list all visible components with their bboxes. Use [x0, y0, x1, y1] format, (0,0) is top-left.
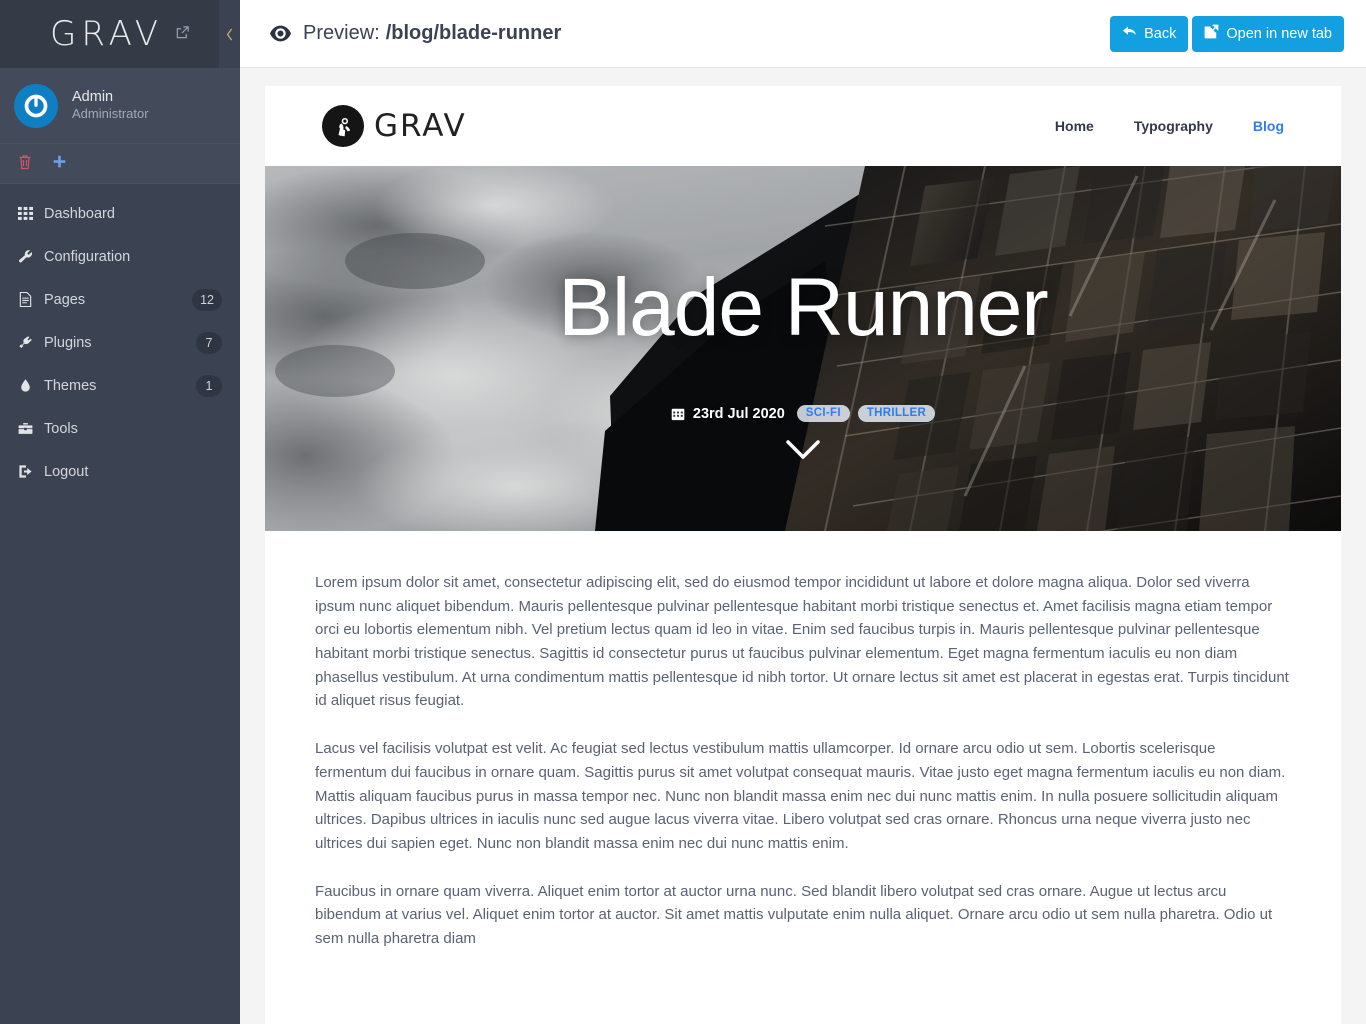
sidebar-item-label: Pages [44, 291, 86, 308]
site-header: GRAV Home Typography Blog [265, 86, 1341, 166]
grav-mark-icon [24, 94, 48, 117]
external-link-icon[interactable] [175, 25, 190, 44]
toolbox-icon [18, 421, 44, 436]
site-logo-text: GRAV [374, 108, 467, 144]
logout-icon [18, 464, 44, 479]
hero-banner: Blade Runner 23rd Jul 2020 SCI-FI THRILL… [265, 166, 1341, 531]
calendar-icon [671, 407, 685, 421]
back-button-label: Back [1144, 25, 1177, 42]
preview-label: Preview: [303, 22, 380, 44]
file-icon [18, 292, 44, 307]
plus-icon[interactable] [52, 153, 67, 174]
grav-astronaut-icon [322, 105, 364, 147]
sidebar-item-configuration[interactable]: Configuration [0, 235, 240, 278]
site-nav-item-blog[interactable]: Blog [1253, 118, 1284, 134]
eye-icon [270, 23, 291, 44]
grav-logo-text[interactable]: GRAV [50, 14, 163, 54]
article-body: Lorem ipsum dolor sit amet, consectetur … [265, 531, 1341, 951]
status-badge: 12 [192, 288, 222, 311]
open-button-label: Open in new tab [1226, 25, 1332, 42]
user-block[interactable]: Admin Administrator [0, 68, 240, 144]
avatar [14, 83, 58, 128]
sidebar-item-label: Configuration [44, 248, 131, 265]
sidebar-item-label: Themes [44, 377, 97, 394]
preview-iframe-area: GRAV Home Typography Blog Blade Runner 2… [240, 68, 1366, 1024]
article-paragraph: Lacus vel facilisis volutpat est velit. … [315, 740, 1286, 852]
previewed-site: GRAV Home Typography Blog Blade Runner 2… [265, 86, 1341, 1024]
hero-meta: 23rd Jul 2020 SCI-FI THRILLER [671, 405, 936, 422]
topbar-actions: Back Open in new tab [1110, 15, 1344, 52]
sidebar-item-label: Tools [44, 420, 78, 437]
site-nav-item-home[interactable]: Home [1055, 118, 1094, 134]
sidebar-item-pages[interactable]: Pages 12 [0, 278, 240, 321]
sidebar-item-plugins[interactable]: Plugins 7 [0, 321, 240, 364]
status-badge: 1 [196, 374, 222, 397]
sidebar-item-dashboard[interactable]: Dashboard [0, 192, 240, 235]
app-root: GRAV Admin Administrator Dashboard Confi… [0, 0, 1366, 1024]
hero-date: 23rd Jul 2020 [692, 405, 785, 422]
site-nav-item-typography[interactable]: Typography [1134, 118, 1213, 134]
preview-path: /blog/blade-runner [385, 22, 562, 44]
hero-title: Blade Runner [558, 262, 1048, 353]
back-button[interactable]: Back [1110, 15, 1189, 52]
trash-icon[interactable] [18, 154, 32, 174]
tag-badge-scifi[interactable]: SCI-FI [796, 405, 850, 422]
site-nav: Home Typography Blog [1055, 118, 1284, 134]
preview-topbar: Preview: /blog/blade-runner Back Open in… [240, 0, 1366, 68]
sidebar-item-themes[interactable]: Themes 1 [0, 364, 240, 407]
tag-badge-thriller[interactable]: THRILLER [857, 405, 936, 422]
sidebar-item-label: Logout [44, 463, 89, 480]
external-link-icon [1204, 24, 1219, 43]
chevron-down-icon[interactable] [786, 439, 820, 466]
wrench-icon [18, 249, 44, 264]
sidebar-item-logout[interactable]: Logout [0, 450, 240, 493]
user-role: Administrator [72, 106, 149, 122]
status-badge: 7 [196, 331, 222, 354]
droplet-icon [18, 378, 44, 393]
user-meta: Admin Administrator [72, 88, 149, 124]
sidebar-item-label: Plugins [44, 334, 92, 351]
sidebar-item-tools[interactable]: Tools [0, 407, 240, 450]
open-in-new-tab-button[interactable]: Open in new tab [1192, 15, 1344, 52]
user-name: Admin [72, 88, 114, 105]
page-title: Preview: /blog/blade-runner [270, 22, 1110, 45]
plug-icon [18, 335, 44, 350]
site-logo[interactable]: GRAV [322, 105, 1055, 147]
arrow-back-icon [1122, 24, 1137, 43]
article-paragraph: Lorem ipsum dolor sit amet, consectetur … [315, 574, 1289, 710]
sidebar-nav: Dashboard Configuration Pages 12 Plugins… [0, 184, 240, 493]
admin-sidebar: GRAV Admin Administrator Dashboard Confi… [0, 0, 241, 1024]
sidebar-logo-bar: GRAV [0, 0, 241, 68]
hero-overlay: Blade Runner 23rd Jul 2020 SCI-FI THRILL… [265, 166, 1341, 531]
article-paragraph: Faucibus in ornare quam viverra. Aliquet… [315, 882, 1273, 947]
sidebar-collapse-button[interactable] [219, 0, 241, 68]
grid-icon [18, 206, 44, 221]
sidebar-quick-actions [0, 144, 240, 184]
sidebar-item-label: Dashboard [44, 205, 115, 222]
